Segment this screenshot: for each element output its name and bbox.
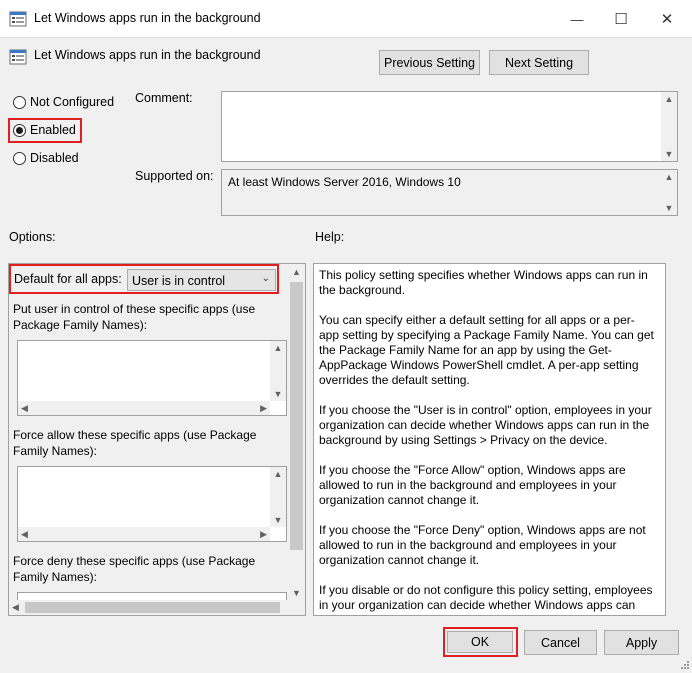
comment-textarea[interactable] <box>221 91 678 162</box>
scroll-down-icon: ▼ <box>664 203 674 213</box>
options-hscroll-thumb[interactable] <box>25 602 280 613</box>
close-icon: ✕ <box>660 11 674 28</box>
help-label: Help: <box>315 230 345 244</box>
comment-scrollbar[interactable]: ▲ ▼ <box>661 92 677 161</box>
help-paragraph: If you choose the "Force Allow" option, … <box>319 463 626 507</box>
scroll-right-icon: ▶ <box>260 528 267 539</box>
help-paragraph: You can specify either a default setting… <box>319 313 654 387</box>
supported-on-label: Supported on: <box>135 169 214 183</box>
maximize-button[interactable]: ☐ <box>598 0 644 38</box>
previous-setting-button[interactable]: Previous Setting <box>379 50 480 75</box>
radio-selected-dot <box>16 127 23 134</box>
options-hscroll[interactable]: ◀ <box>9 600 288 615</box>
minimize-button[interactable]: — <box>554 0 600 38</box>
help-pane: This policy setting specifies whether Wi… <box>313 263 666 616</box>
scroll-right-icon: ▶ <box>260 402 267 413</box>
enabled-label: Enabled <box>30 123 76 137</box>
help-paragraph: If you choose the "User is in control" o… <box>319 403 652 447</box>
options-scroll-thumb[interactable] <box>290 282 303 550</box>
help-text: This policy setting specifies whether Wi… <box>319 268 654 615</box>
minimize-icon: — <box>570 11 584 27</box>
default-for-all-apps-select[interactable]: User is in control ⌄ <box>127 269 276 291</box>
scroll-up-icon: ▲ <box>273 469 283 479</box>
close-button[interactable]: ✕ <box>644 0 690 38</box>
apply-button[interactable]: Apply <box>604 630 679 655</box>
disabled-label: Disabled <box>30 151 79 165</box>
user-control-vscroll[interactable]: ▲ ▼ <box>270 341 286 401</box>
scroll-left-icon: ◀ <box>21 402 28 413</box>
scroll-down-icon: ▼ <box>664 149 674 159</box>
force-allow-hscroll[interactable]: ◀ ▶ <box>18 527 270 541</box>
options-label: Options: <box>9 230 56 244</box>
cancel-button[interactable]: Cancel <box>524 630 597 655</box>
window-title: Let Windows apps run in the background <box>34 11 261 25</box>
policy-setting-icon <box>9 49 27 65</box>
chevron-down-icon: ⌄ <box>261 273 270 284</box>
force-allow-vscroll[interactable]: ▲ ▼ <box>270 467 286 527</box>
options-vscroll[interactable]: ▲ ▼ <box>288 264 305 601</box>
maximize-icon: ☐ <box>614 11 628 28</box>
user-control-label: Put user in control of these specific ap… <box>13 302 256 332</box>
comment-label: Comment: <box>135 91 193 105</box>
default-for-all-apps-label: Default for all apps: <box>14 272 122 286</box>
scroll-down-icon: ▼ <box>292 588 301 598</box>
not-configured-radio[interactable] <box>13 96 26 109</box>
enabled-radio[interactable] <box>13 124 26 137</box>
scroll-up-icon: ▲ <box>292 267 301 277</box>
scroll-down-icon: ▼ <box>273 389 283 399</box>
default-select-value: User is in control <box>132 274 226 288</box>
help-paragraph: If you disable or do not configure this … <box>319 583 653 615</box>
help-paragraph: If you choose the "Force Deny" option, W… <box>319 523 646 567</box>
force-deny-label: Force deny these specific apps (use Pack… <box>13 554 256 584</box>
help-paragraph: This policy setting specifies whether Wi… <box>319 268 648 297</box>
policy-title: Let Windows apps run in the background <box>34 48 261 62</box>
scroll-up-icon: ▲ <box>664 94 674 104</box>
not-configured-label: Not Configured <box>30 95 115 109</box>
scroll-left-icon: ◀ <box>12 602 19 612</box>
user-control-hscroll[interactable]: ◀ ▶ <box>18 401 270 415</box>
policy-setting-icon <box>9 11 27 27</box>
force-allow-label: Force allow these specific apps (use Pac… <box>13 428 257 458</box>
supported-on-box: At least Windows Server 2016, Windows 10 <box>221 169 678 216</box>
scroll-down-icon: ▼ <box>273 515 283 525</box>
resize-grip-icon[interactable] <box>680 659 690 669</box>
supported-on-value: At least Windows Server 2016, Windows 10 <box>228 175 461 189</box>
disabled-radio[interactable] <box>13 152 26 165</box>
scroll-up-icon: ▲ <box>273 343 283 353</box>
ok-button[interactable]: OK <box>447 631 513 653</box>
scroll-left-icon: ◀ <box>21 528 28 539</box>
next-setting-button[interactable]: Next Setting <box>489 50 589 75</box>
scroll-up-icon: ▲ <box>664 172 674 182</box>
supported-scrollbar[interactable]: ▲ ▼ <box>661 170 677 215</box>
